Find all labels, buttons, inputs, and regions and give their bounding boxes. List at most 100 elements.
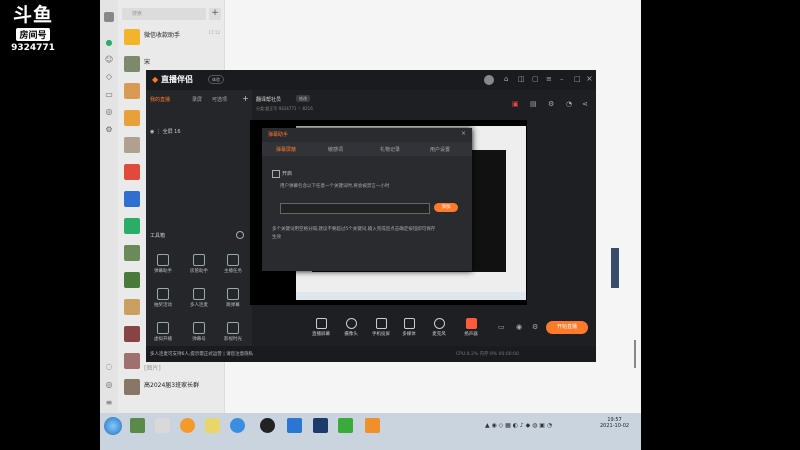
message-icon[interactable]: ▢ <box>532 75 539 83</box>
scene-item[interactable]: ◉ ⋮ 全屏 16 <box>150 128 181 135</box>
avatar <box>124 272 140 288</box>
microphone-button[interactable]: 麦克风 <box>424 318 454 337</box>
source-screen-button[interactable]: 直播屏幕 <box>306 318 336 337</box>
source-label: 手机投屏 <box>372 332 390 337</box>
taskbar-app-icon[interactable] <box>365 418 380 433</box>
eye-icon[interactable]: ◉ <box>516 323 522 331</box>
tool-label: 抽奖活动 <box>154 303 172 308</box>
eye-icon[interactable]: ◉ <box>150 129 154 135</box>
source-label: 摄像头 <box>344 332 358 337</box>
tool-movie-time[interactable]: 影视时光 <box>218 322 248 342</box>
gift-icon[interactable]: ⌂ <box>504 75 508 83</box>
speaker-button[interactable]: 扬声器 <box>456 318 486 337</box>
tool-multi-mic[interactable]: 多人连麦 <box>184 288 214 308</box>
flame-icon: ◆ <box>152 75 159 84</box>
moments-icon[interactable]: ◎ <box>104 107 114 117</box>
tool-anchor-task[interactable]: 主播任务 <box>218 254 248 274</box>
user-avatar[interactable] <box>104 12 114 22</box>
toolbox-toggle[interactable] <box>236 231 244 239</box>
contacts-icon[interactable]: ☺ <box>104 55 114 65</box>
menu-icon[interactable]: ≡ <box>104 398 114 408</box>
chat-time: 17:12 <box>208 30 220 35</box>
video-icon[interactable]: ▭ <box>498 323 505 331</box>
bell-icon[interactable]: ◔ <box>566 100 572 108</box>
enable-checkbox[interactable] <box>272 170 280 178</box>
dialog-note-cont: 生效 <box>272 235 281 240</box>
clock[interactable]: 19:57 2021-10-02 <box>600 417 629 429</box>
system-tray[interactable]: ▲ ◉ ◇ ▦ ◐ ♪ ◆ ◍ ▣ ◔ <box>485 422 552 429</box>
tool-virtual-live[interactable]: 虚拟开播 <box>148 322 178 342</box>
chat-icon[interactable]: ● <box>104 38 114 48</box>
chat-name: 微信收款助手 <box>144 32 181 39</box>
start-live-button[interactable]: 开始直播 <box>546 321 588 334</box>
tool-jump-danmu[interactable]: 跳弹幕 <box>218 288 248 308</box>
source-camera-button[interactable]: 摄像头 <box>336 318 366 337</box>
edit-room-button[interactable]: 修改 <box>296 95 310 102</box>
chat-preview: [图片] <box>144 365 161 372</box>
scrollbar[interactable] <box>634 340 636 368</box>
tab-options[interactable]: 可选项 <box>212 96 227 103</box>
tab-danmu-block[interactable]: 弹幕屏蔽 <box>276 146 296 153</box>
taskbar-app-icon[interactable] <box>313 418 328 433</box>
minimize-icon[interactable]: – <box>560 75 564 83</box>
share-icon[interactable]: ⋖ <box>582 100 588 108</box>
add-scene-button[interactable]: + <box>242 94 249 103</box>
avatar <box>124 191 140 207</box>
virtual-icon <box>157 322 169 334</box>
tool-lottery[interactable]: 抽奖活动 <box>148 288 178 308</box>
add-button[interactable]: + <box>209 8 221 20</box>
close-icon[interactable]: × <box>586 74 593 83</box>
search-input[interactable]: 搜索 <box>122 8 206 20</box>
dialog-note: 多个关键词用空格分隔,建议不要超过5个关键词,输入完成后点击确定按钮即可保存 <box>272 227 436 232</box>
folder-icon[interactable]: ▭ <box>104 90 114 100</box>
tool-room-admin[interactable]: 房管助手 <box>184 254 214 274</box>
settings-icon[interactable]: ⚙ <box>104 125 114 135</box>
favorites-icon[interactable]: ◇ <box>104 72 114 82</box>
side-widget[interactable] <box>611 248 619 288</box>
camera-icon <box>345 318 357 329</box>
taskbar-app-icon[interactable] <box>180 418 195 433</box>
settings-icon[interactable]: ⚙ <box>548 100 554 108</box>
phone-icon[interactable]: ◌ <box>104 362 114 372</box>
avatar <box>124 218 140 234</box>
taskbar-app-icon[interactable] <box>287 418 302 433</box>
user-avatar[interactable] <box>484 75 494 85</box>
tab-sensitive-words[interactable]: 敏感词 <box>328 146 343 153</box>
shirt-icon[interactable]: ◫ <box>518 75 525 83</box>
tab-user-settings[interactable]: 用户设置 <box>430 146 450 153</box>
app-sidebar: 我的直播 录屏 可选项 + ◉ ⋮ 全屏 16 工具箱 弹幕助手 房管助手 主播… <box>146 90 252 362</box>
qq-icon[interactable] <box>260 418 275 433</box>
room-title: 翻译帮社员 <box>256 97 282 103</box>
menu-icon[interactable]: ≡ <box>546 75 552 83</box>
mini-program-icon[interactable]: ◎ <box>104 380 114 390</box>
tool-label: 虚拟开播 <box>154 337 172 342</box>
tab-gift-record[interactable]: 礼物记录 <box>380 146 400 153</box>
folder-icon[interactable] <box>205 418 220 433</box>
layout-icon[interactable]: ▤ <box>530 100 537 108</box>
keyword-input[interactable] <box>280 203 430 214</box>
close-icon[interactable]: × <box>461 130 466 137</box>
browser-icon[interactable] <box>230 418 245 433</box>
tab-my-live[interactable]: 我的直播 <box>150 96 170 103</box>
list-item[interactable]: 微信收款助手 17:12 <box>118 26 224 50</box>
number-icon <box>193 322 205 334</box>
record-icon[interactable]: ▣ <box>512 100 519 108</box>
source-phone-button[interactable]: 手机投屏 <box>366 318 396 337</box>
wechat-icon[interactable] <box>338 418 353 433</box>
room-number: 9324771 <box>11 43 55 53</box>
tool-label: 影视时光 <box>224 337 242 342</box>
task-icon <box>227 254 239 266</box>
wechat-nav-bar: ● ☺ ◇ ▭ ◎ ⚙ ◌ ◎ ≡ <box>100 0 118 413</box>
maximize-icon[interactable]: □ <box>574 75 581 83</box>
tool-danmu-helper[interactable]: 弹幕助手 <box>148 254 178 274</box>
taskbar-app-icon[interactable] <box>130 418 145 433</box>
tool-danmu-number[interactable]: 弹幕号 <box>184 322 214 342</box>
start-button[interactable] <box>104 417 122 435</box>
list-item[interactable]: 高2024届3班家长群 <box>118 376 224 400</box>
source-media-button[interactable]: 多媒体 <box>394 318 424 337</box>
add-keyword-button[interactable]: 添加 <box>434 203 458 212</box>
tool-label: 房管助手 <box>190 269 208 274</box>
gear-icon[interactable]: ⚙ <box>532 323 538 331</box>
taskbar-app-icon[interactable] <box>155 418 170 433</box>
tab-record[interactable]: 录屏 <box>192 96 202 103</box>
